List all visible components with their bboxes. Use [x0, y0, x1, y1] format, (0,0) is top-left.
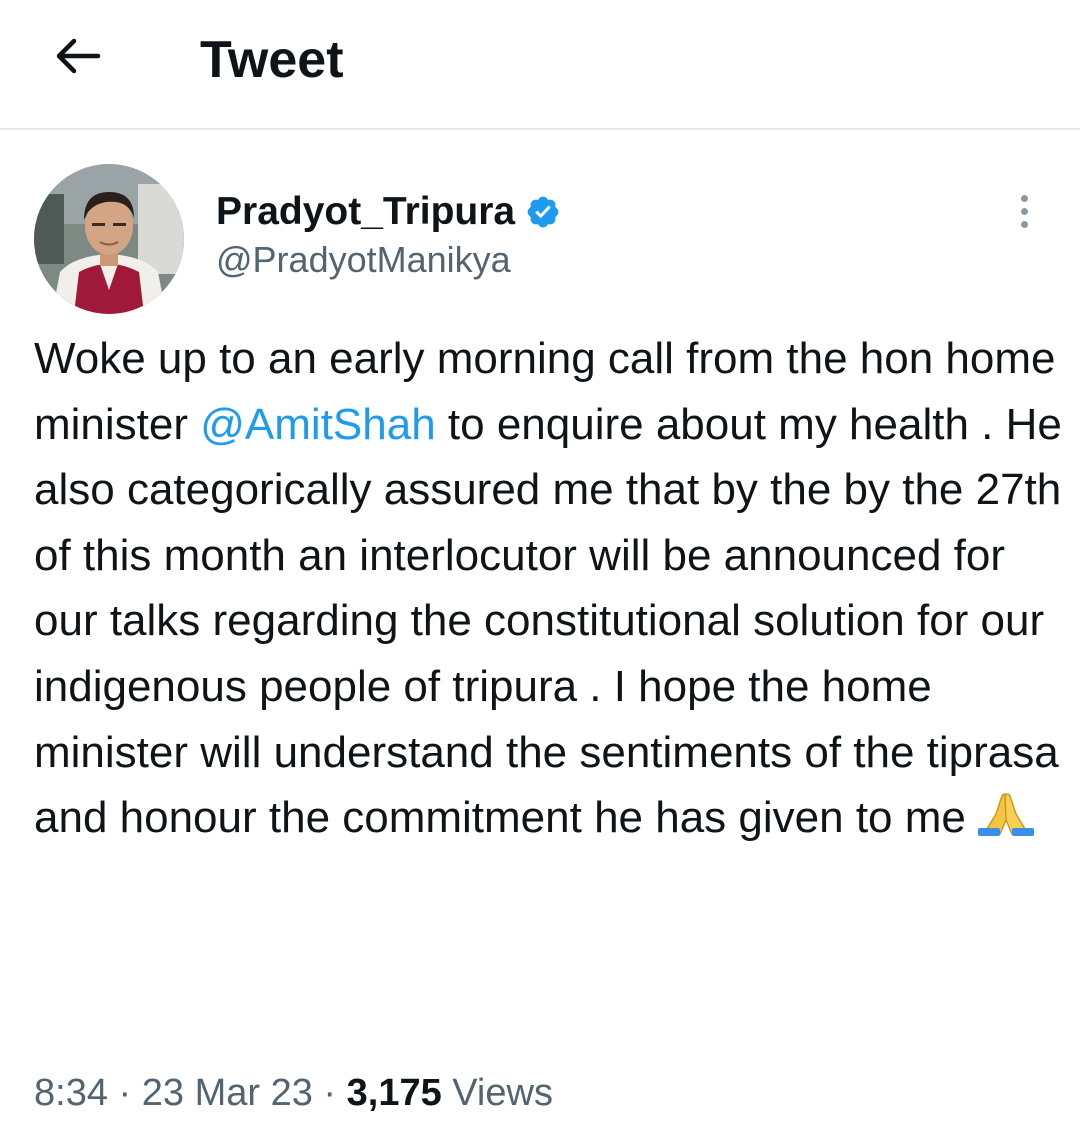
- author-block: Pradyot_Tripura @PradyotManikya: [216, 188, 561, 282]
- tweet-time[interactable]: 8:34: [34, 1072, 108, 1114]
- arrow-left-icon: [56, 38, 101, 74]
- avatar-photo: [34, 164, 184, 314]
- tweet-meta: 8:34 · 23 Mar 23 · 3,175 Views: [34, 1068, 553, 1118]
- tweet-text: Woke up to an early morning call from th…: [34, 326, 1064, 855]
- meta-separator: ·: [107, 1072, 142, 1114]
- tweet-date[interactable]: 23 Mar 23: [142, 1072, 313, 1114]
- more-options-button[interactable]: [1002, 186, 1046, 236]
- verified-badge-icon: [525, 194, 561, 230]
- folded-hands-emoji: [976, 789, 1036, 855]
- tweet-text-part-2: to enquire about my health . He also cat…: [34, 399, 1062, 843]
- page-title: Tweet: [200, 31, 344, 89]
- mention-link[interactable]: @AmitShah: [200, 400, 435, 449]
- tweet-detail-page: Tweet Pradyot_Tripura @PradyotManikya Wo…: [0, 0, 1080, 1144]
- views-count[interactable]: 3,175: [347, 1072, 442, 1114]
- back-button[interactable]: [48, 26, 108, 86]
- more-dot-icon: [1020, 194, 1028, 202]
- meta-separator: ·: [312, 1072, 347, 1114]
- author-handle[interactable]: @PradyotManikya: [216, 238, 561, 282]
- more-dot-icon: [1020, 220, 1028, 228]
- author-display-name: Pradyot_Tripura: [216, 190, 516, 233]
- author-name-row[interactable]: Pradyot_Tripura: [216, 188, 561, 236]
- more-dot-icon: [1020, 207, 1028, 215]
- views-label[interactable]: Views: [442, 1072, 553, 1114]
- avatar[interactable]: [34, 164, 184, 314]
- top-bar: Tweet: [0, 0, 1080, 130]
